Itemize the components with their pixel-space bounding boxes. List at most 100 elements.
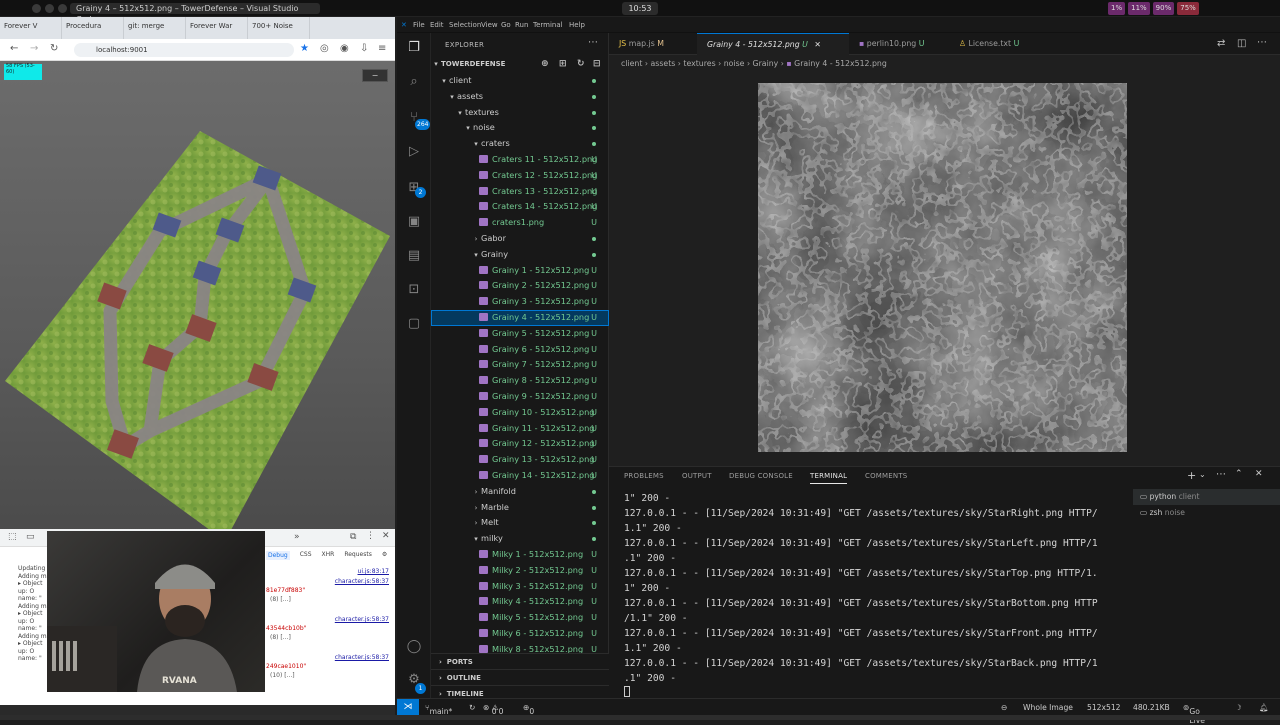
file-item[interactable]: Grainy 5 - 512x512.png U <box>431 326 609 342</box>
console-array[interactable]: (8) [...] <box>270 634 291 641</box>
refresh-icon[interactable]: ↻ <box>577 57 585 73</box>
file-item[interactable]: Grainy 3 - 512x512.png U <box>431 294 609 310</box>
folder-item[interactable]: ▾ Grainy <box>431 247 609 263</box>
menu-terminal[interactable]: Terminal <box>533 21 563 29</box>
filter-xhr[interactable]: XHR <box>322 551 335 560</box>
remote-explorer-icon[interactable]: ▣ <box>405 213 423 231</box>
folder-item[interactable]: › Melt <box>431 515 609 531</box>
folder-item[interactable]: ▾ noise <box>431 120 609 136</box>
profile-icon[interactable]: ◉ <box>340 43 349 54</box>
menu-view[interactable]: View <box>481 21 498 29</box>
forward-icon[interactable]: → <box>30 43 38 54</box>
menu-help[interactable]: Help <box>569 21 585 29</box>
collapse-all-icon[interactable]: ⊟ <box>593 57 601 73</box>
tab-output[interactable]: OUTPUT <box>682 472 712 480</box>
explorer-icon[interactable]: ❐ <box>405 39 423 57</box>
breadcrumb-item[interactable]: noise <box>724 59 745 68</box>
file-item[interactable]: Grainy 9 - 512x512.png U <box>431 389 609 405</box>
go-live-button[interactable]: ⊚ Go Live <box>1183 703 1205 725</box>
ports-indicator[interactable]: ⊕ 0 <box>523 703 534 716</box>
file-item[interactable]: Grainy 14 - 512x512.png U <box>431 468 609 484</box>
file-item[interactable]: Grainy 10 - 512x512.png U <box>431 405 609 421</box>
game-viewport[interactable]: 58 FPS (53-60) − <box>0 61 395 546</box>
menu-icon[interactable]: ≡ <box>378 43 386 54</box>
folder-item[interactable]: ▾ milky <box>431 531 609 547</box>
source-link[interactable]: character.js:58:37 <box>335 578 389 585</box>
menu-selection[interactable]: Selection <box>449 21 481 29</box>
notifications-icon[interactable]: 🔔︎ <box>1259 703 1269 712</box>
folder-item[interactable]: › Manifold <box>431 484 609 500</box>
volume-indicator[interactable]: 90% <box>1152 2 1175 15</box>
zoom-level[interactable]: Whole Image <box>1023 703 1073 712</box>
back-icon[interactable]: ← <box>10 43 18 54</box>
file-item[interactable]: Grainy 1 - 512x512.png U <box>431 263 609 279</box>
address-bar[interactable]: localhost:9001 <box>74 43 294 57</box>
file-item[interactable]: craters1.png U <box>431 215 609 231</box>
split-editor-icon[interactable]: ◫ <box>1237 38 1246 49</box>
sync-icon[interactable]: ↻ <box>469 703 475 712</box>
battery-indicator[interactable]: 75% <box>1177 2 1199 15</box>
source-link[interactable]: character.js:58:37 <box>335 654 389 661</box>
reload-icon[interactable]: ↻ <box>50 43 58 54</box>
breadcrumb-item[interactable]: Grainy 4 - 512x512.png <box>794 59 887 68</box>
close-devtools-icon[interactable]: ✕ <box>382 531 390 541</box>
problems-indicator[interactable]: ⊗ 0 ⚠ 0 <box>483 703 503 716</box>
tab-perlin10[interactable]: ▪ perlin10.png U <box>849 33 939 55</box>
workspace-root[interactable]: ▾ TOWERDEFENSE ⊕ ⊞ ↻ ⊟ <box>431 57 609 73</box>
branch-indicator[interactable]: ⑂ main* <box>425 703 452 716</box>
file-item[interactable]: Grainy 2 - 512x512.png U <box>431 278 609 294</box>
editor-more-icon[interactable]: ⋯ <box>1257 37 1267 48</box>
window-control-icon[interactable] <box>58 4 67 13</box>
file-item[interactable]: Craters 12 - 512x512.png U <box>431 168 609 184</box>
device-icon[interactable]: ▭ <box>26 532 35 542</box>
tab-map-js[interactable]: JS map.js M <box>609 33 697 55</box>
tab-terminal[interactable]: TERMINAL <box>810 472 848 484</box>
window-control-icon[interactable] <box>32 4 41 13</box>
more-tabs-icon[interactable]: » <box>294 532 300 542</box>
terminal-output[interactable]: 1" 200 - 127.0.0.1 - - [11/Sep/2024 10:31… <box>624 491 1129 686</box>
browser-tab[interactable]: 700+ Noise <box>248 17 310 39</box>
extension-icon[interactable]: ◎ <box>320 43 329 54</box>
tab-problems[interactable]: PROBLEMS <box>624 472 664 480</box>
source-link[interactable]: ui.js:83:17 <box>358 568 389 575</box>
tab-license[interactable]: ♙ License.txt U <box>949 33 1039 55</box>
menu-edit[interactable]: Edit <box>430 21 444 29</box>
chevron-down-icon[interactable]: ⌄ <box>1199 470 1206 479</box>
dock-icon[interactable]: ⧉ <box>350 532 356 542</box>
file-item[interactable]: Craters 14 - 512x512.png U <box>431 199 609 215</box>
close-panel-icon[interactable]: ✕ <box>1255 469 1263 479</box>
explorer-more-icon[interactable]: ⋯ <box>588 37 598 48</box>
tab-grainy-4[interactable]: Grainy 4 - 512x512.png U ✕ <box>697 33 849 55</box>
file-item[interactable]: Grainy 13 - 512x512.png U <box>431 452 609 468</box>
browser-tab[interactable]: Forever War <box>186 17 248 39</box>
folder-item[interactable]: › Marble <box>431 500 609 516</box>
breadcrumb-item[interactable]: assets <box>651 59 676 68</box>
window-control-icon[interactable] <box>45 4 54 13</box>
file-item[interactable]: Milky 1 - 512x512.png U <box>431 547 609 563</box>
folder-item[interactable]: ▾ textures <box>431 105 609 121</box>
breadcrumb-item[interactable]: client <box>621 59 642 68</box>
file-item[interactable]: Milky 4 - 512x512.png U <box>431 594 609 610</box>
clock[interactable]: 10:53 <box>622 2 658 15</box>
console-array[interactable]: (8) [...] <box>270 596 291 603</box>
search-icon[interactable]: ⌕ <box>405 73 423 91</box>
new-file-icon[interactable]: ⊕ <box>541 57 549 73</box>
folder-item[interactable]: ▾ assets <box>431 89 609 105</box>
browser-tab[interactable]: git: merge <box>124 17 186 39</box>
tab-comments[interactable]: COMMENTS <box>865 472 907 480</box>
open-changes-icon[interactable]: ⇄ <box>1217 38 1225 49</box>
remote-indicator-icon[interactable]: ⋊ <box>397 699 419 716</box>
breadcrumb-item[interactable]: Grainy <box>753 59 779 68</box>
file-item[interactable]: Milky 2 - 512x512.png U <box>431 563 609 579</box>
console-array[interactable]: (10) [...] <box>270 672 295 679</box>
folder-item[interactable]: ▾ craters <box>431 136 609 152</box>
inspect-icon[interactable]: ⬚ <box>8 532 17 542</box>
file-item[interactable]: Milky 3 - 512x512.png U <box>431 579 609 595</box>
downloads-icon[interactable]: ⇩ <box>360 43 368 54</box>
new-terminal-icon[interactable]: + <box>1187 469 1196 482</box>
ports-section[interactable]: › PORTS <box>431 653 609 669</box>
file-item[interactable]: Grainy 8 - 512x512.png U <box>431 373 609 389</box>
panel-more-icon[interactable]: ⋯ <box>1216 469 1226 480</box>
devtools-menu-icon[interactable]: ⋮ <box>366 531 375 541</box>
file-item[interactable]: Milky 6 - 512x512.png U <box>431 626 609 642</box>
